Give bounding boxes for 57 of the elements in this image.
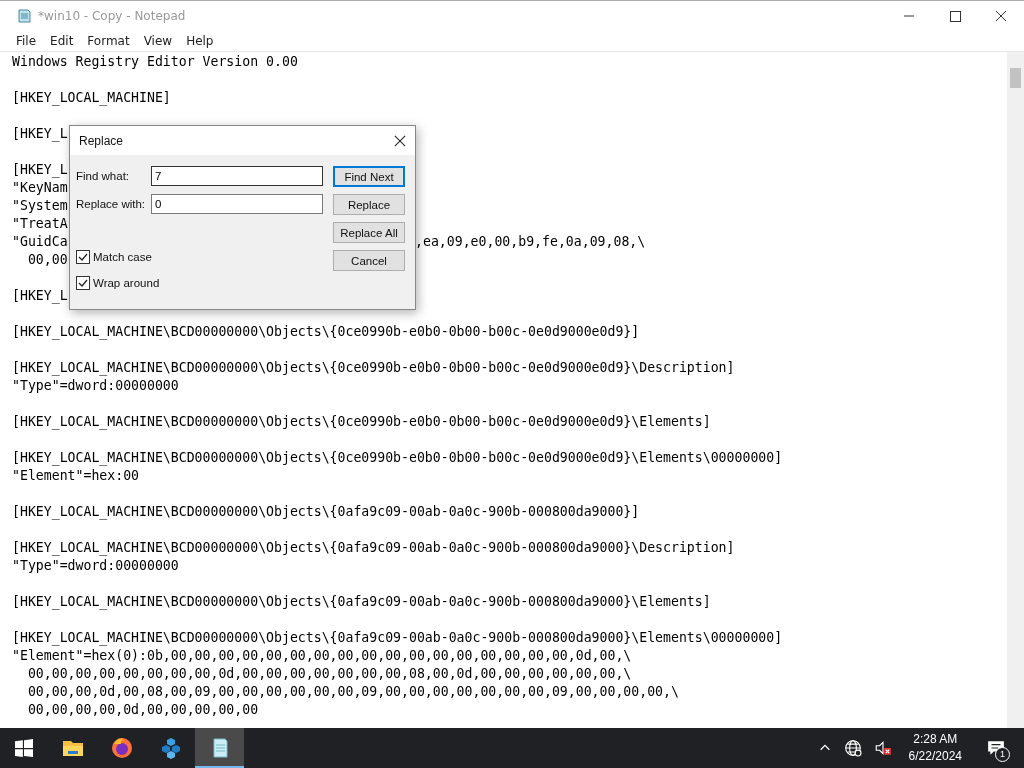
checkbox-label: Wrap around <box>93 277 160 289</box>
dialog-button[interactable]: Replace <box>333 194 405 215</box>
menu-item[interactable]: Format <box>80 34 137 48</box>
text-line: "GuidCa <box>12 234 68 249</box>
menu-item[interactable]: View <box>136 34 180 48</box>
notification-count: 1 <box>995 747 1010 762</box>
dialog-title: Replace <box>79 133 124 148</box>
menu-item[interactable]: Help <box>179 34 221 48</box>
text-line: 00,00,00,00,0d,00,00,00,00,00 <box>26 702 259 717</box>
text-line: [HKEY_LOCAL_MACHINE\BCD00000000\Objects\{0afa9c09-00ab-0a0c-900b-000800da9000}\Elements\00000000] <box>12 630 783 645</box>
notification-button[interactable]: 1 <box>976 728 1016 768</box>
checkbox[interactable] <box>76 250 90 264</box>
text-line: [HKEY_LOCAL_MACHINE\BCD00000000\Objects\{0afa9c09-00ab-0a0c-900b-000800da9000}\Description] <box>12 540 735 555</box>
windows-logo-icon <box>15 739 33 757</box>
fox-globe-icon <box>109 736 134 760</box>
text-line: 00,00,00,00,00,00,00,00,0d,00,00,00,00,00,00,00,08,00,0d,00,00,00,00,00,00,\ <box>26 666 632 681</box>
scrollbar-thumb[interactable] <box>1010 68 1021 88</box>
input-field[interactable]: 0 <box>151 194 323 214</box>
speaker-muted-icon[interactable] <box>873 739 892 757</box>
dialog-button[interactable]: Cancel <box>333 250 405 271</box>
text-line: [HKEY_LOCAL_MACHINE\BCD00000000\Objects\{0afa9c09-00ab-0a0c-900b-000800da9000}\Elements] <box>12 594 711 609</box>
text-line: "System <box>12 198 68 213</box>
text-line: "Type"=dword:00000000 <box>12 558 179 573</box>
text-line: [HKEY_LOCAL_MACHINE\BCD00000000\Objects\{0afa9c09-00ab-0a0c-900b-000800da9000}] <box>12 504 640 519</box>
menu-item[interactable]: Edit <box>43 34 81 48</box>
dialog-button[interactable]: Find Next <box>333 166 405 187</box>
text-line: Windows Registry Editor Version 0.00 <box>12 54 298 69</box>
window-title: *win10 - Copy - Notepad <box>38 9 187 23</box>
text-line: 00,00,00,0d,00,08,00,09,00,00,00,00,00,00,09,00,00,00,00,00,00,00,09,00,00,00,00,\ <box>26 684 679 699</box>
text-line: [HKEY_LOCAL_MACHINE] <box>12 90 171 105</box>
text-line: [HKEY_L <box>12 288 68 303</box>
menu-item[interactable]: File <box>9 34 44 48</box>
text-line: ,ea,09,e0,00,b9,fe,0a,09,08,\ <box>415 233 646 251</box>
text-line: [HKEY_LOCAL_MACHINE\BCD00000000\Objects\{0ce0990b-e0b0-0b00-b00c-0e0d9000e0d9}\Description] <box>12 360 735 375</box>
text-line: 00,00 <box>26 252 68 267</box>
field-label: Replace with: <box>76 198 147 210</box>
clock-time[interactable]: 2:28 AM <box>913 731 958 748</box>
clock-date[interactable]: 6/22/2024 <box>908 748 962 765</box>
text-line: [HKEY_L <box>12 126 68 141</box>
text-line: [HKEY_LOCAL_MACHINE\BCD00000000\Objects\{0ce0990b-e0b0-0b00-b00c-0e0d9000e0d9}\Elements] <box>12 414 711 429</box>
close-button[interactable] <box>394 134 406 147</box>
text-line: "Element"=hex(0):0b,00,00,00,00,00,00,00,00,00,00,00,00,00,00,00,00,00,0d,00,\ <box>12 648 632 663</box>
text-line: "Element"=hex:00 <box>12 468 140 483</box>
text-line: "TreatA <box>12 216 68 231</box>
text-line: [HKEY_LOCAL_MACHINE\BCD00000000\Objects\{0ce0990b-e0b0-0b00-b00c-0e0d9000e0d9}\Elements\00000000] <box>12 450 783 465</box>
text-line: [HKEY_LOCAL_MACHINE\BCD00000000\Objects\{0ce0990b-e0b0-0b00-b00c-0e0d9000e0d9}] <box>12 324 640 339</box>
notepad-icon <box>16 8 32 24</box>
globe-icon[interactable] <box>843 739 862 757</box>
notepad-taskbar-button[interactable] <box>195 728 244 768</box>
text-line: [HKEY_L <box>12 162 68 177</box>
checkbox-label: Match case <box>93 251 152 263</box>
checkbox[interactable] <box>76 276 90 290</box>
text-line: "KeyNam <box>12 180 68 195</box>
input-field[interactable]: 7 <box>151 166 323 186</box>
field-label: Find what: <box>76 170 131 182</box>
dialog-button[interactable]: Replace All <box>333 222 405 243</box>
text-line: "Type"=dword:00000000 <box>12 378 179 393</box>
